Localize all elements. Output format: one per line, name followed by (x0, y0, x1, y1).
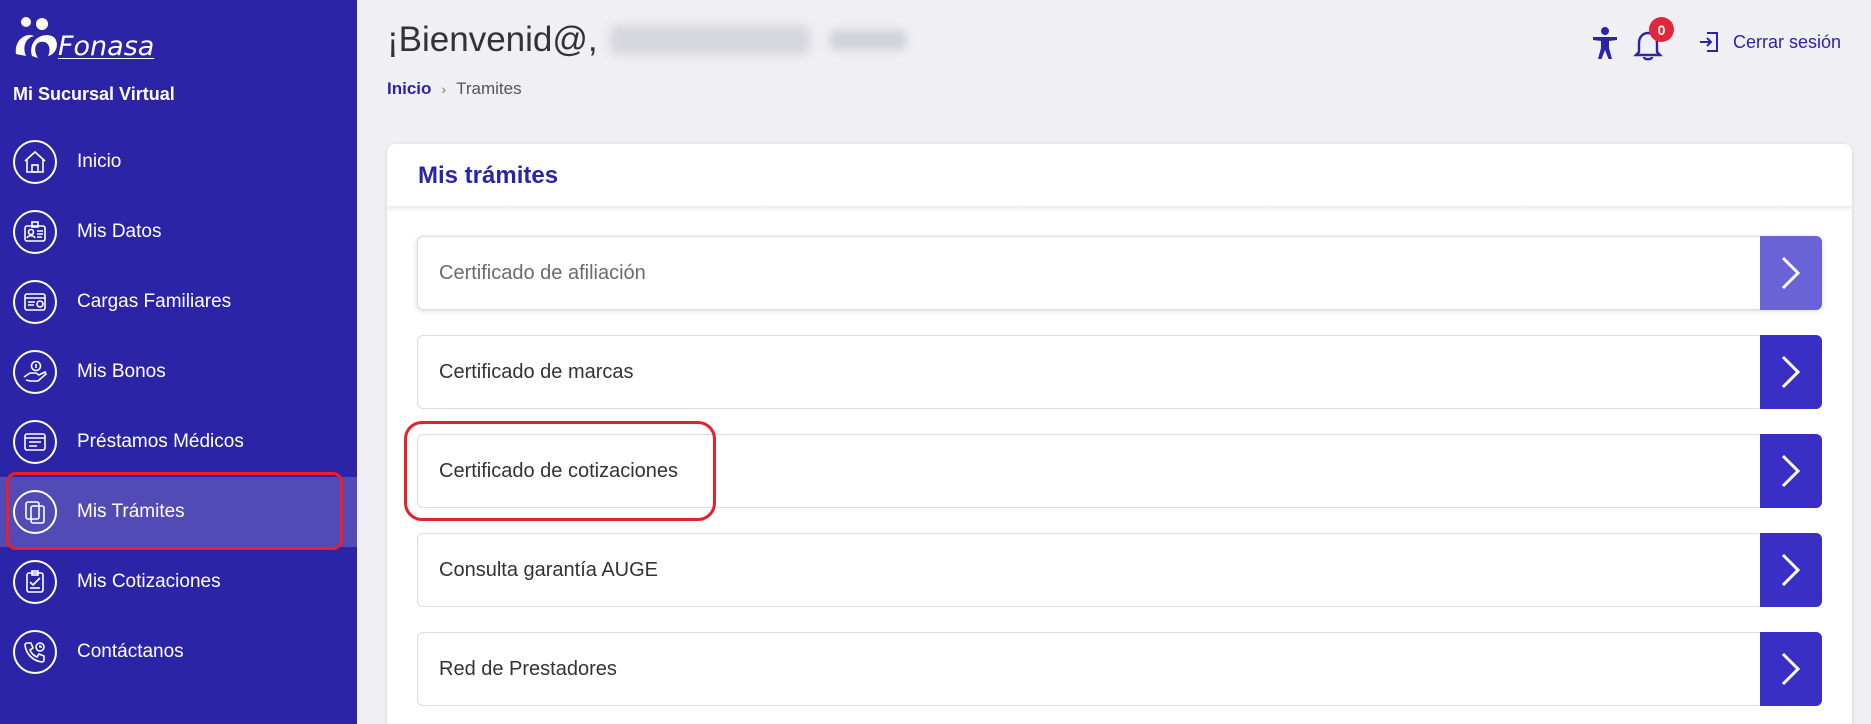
notification-count-badge: 0 (1649, 17, 1674, 42)
chevron-right-icon[interactable] (1760, 434, 1822, 508)
family-card-icon (13, 280, 57, 324)
fonasa-logo-icon (15, 17, 57, 58)
breadcrumb-home-link[interactable]: Inicio (387, 79, 431, 99)
sidebar-item-inicio[interactable]: Inicio (0, 127, 357, 197)
tramite-item-label: Red de Prestadores (439, 657, 617, 680)
sidebar-item-label: Mis Bonos (77, 361, 166, 382)
sidebar-item-mis-tramites[interactable]: Mis Trámites (0, 477, 357, 547)
logout-icon (1700, 32, 1718, 52)
tramite-item-consulta-garantia-auge[interactable]: Consulta garantía AUGE (417, 533, 1822, 607)
logout-button[interactable]: Cerrar sesión (1697, 30, 1841, 54)
files-icon (13, 490, 57, 534)
breadcrumb: Inicio › Tramites (387, 79, 522, 99)
sidebar-item-label: Mis Cotizaciones (77, 571, 221, 592)
id-card-icon (13, 210, 57, 254)
document-icon (13, 420, 57, 464)
redacted-user-tag (829, 30, 906, 50)
card-title: Mis trámites (418, 162, 559, 189)
tramite-item-certificado-marcas[interactable]: Certificado de marcas (417, 335, 1822, 409)
phone-icon (13, 630, 57, 674)
sidebar-item-cargas-familiares[interactable]: Cargas Familiares (0, 267, 357, 337)
welcome-text: ¡Bienvenid@, (387, 20, 598, 59)
tramite-item-label: Certificado de cotizaciones (439, 459, 679, 482)
tramites-card: Mis trámites Certificado de afiliación C… (387, 144, 1852, 724)
chevron-right-icon[interactable] (1760, 533, 1822, 607)
welcome-heading: ¡Bienvenid@, (387, 20, 906, 60)
tramite-item-label: Certificado de afiliación (439, 261, 646, 284)
card-divider (387, 206, 1852, 212)
tramite-item-certificado-afiliacion[interactable]: Certificado de afiliación (417, 236, 1822, 310)
chevron-right-icon[interactable] (1760, 335, 1822, 409)
redacted-user-name (609, 25, 810, 55)
hand-coin-icon (13, 350, 57, 394)
sidebar-item-mis-bonos[interactable]: Mis Bonos (0, 337, 357, 407)
home-icon (13, 140, 57, 184)
chevron-right-icon[interactable] (1760, 236, 1822, 310)
sidebar-item-label: Préstamos Médicos (77, 431, 244, 452)
sidebar-item-label: Mis Datos (77, 221, 162, 242)
sidebar: Fonasa Mi Sucursal Virtual Inicio Mis Da… (0, 0, 357, 724)
sidebar-item-mis-datos[interactable]: Mis Datos (0, 197, 357, 267)
tramite-item-label: Consulta garantía AUGE (439, 558, 659, 581)
sidebar-item-label: Cargas Familiares (77, 291, 232, 312)
sidebar-item-label: Mis Trámites (77, 501, 185, 522)
chevron-right-icon: › (441, 81, 447, 97)
chevron-right-icon[interactable] (1760, 632, 1822, 706)
tramite-item-red-prestadores[interactable]: Red de Prestadores (417, 632, 1822, 706)
sidebar-item-prestamos-medicos[interactable]: Préstamos Médicos (0, 407, 357, 477)
sidebar-item-contactanos[interactable]: Contáctanos (0, 617, 357, 687)
clipboard-icon (13, 560, 57, 604)
tramite-item-label: Certificado de marcas (439, 360, 634, 383)
accessibility-icon[interactable] (1590, 26, 1620, 60)
fonasa-logo[interactable]: Fonasa (12, 14, 154, 66)
logout-label: Cerrar sesión (1733, 31, 1842, 52)
tramite-item-certificado-cotizaciones[interactable]: Certificado de cotizaciones (417, 434, 1822, 508)
logo-text: Fonasa (58, 31, 155, 62)
sidebar-nav: Inicio Mis Datos Cargas Familiares Mis B… (0, 127, 357, 687)
app-subtitle: Mi Sucursal Virtual (13, 84, 175, 104)
breadcrumb-current: Tramites (456, 79, 522, 98)
sidebar-item-label: Inicio (77, 151, 122, 172)
sidebar-item-label: Contáctanos (77, 641, 184, 662)
sidebar-item-mis-cotizaciones[interactable]: Mis Cotizaciones (0, 547, 357, 617)
